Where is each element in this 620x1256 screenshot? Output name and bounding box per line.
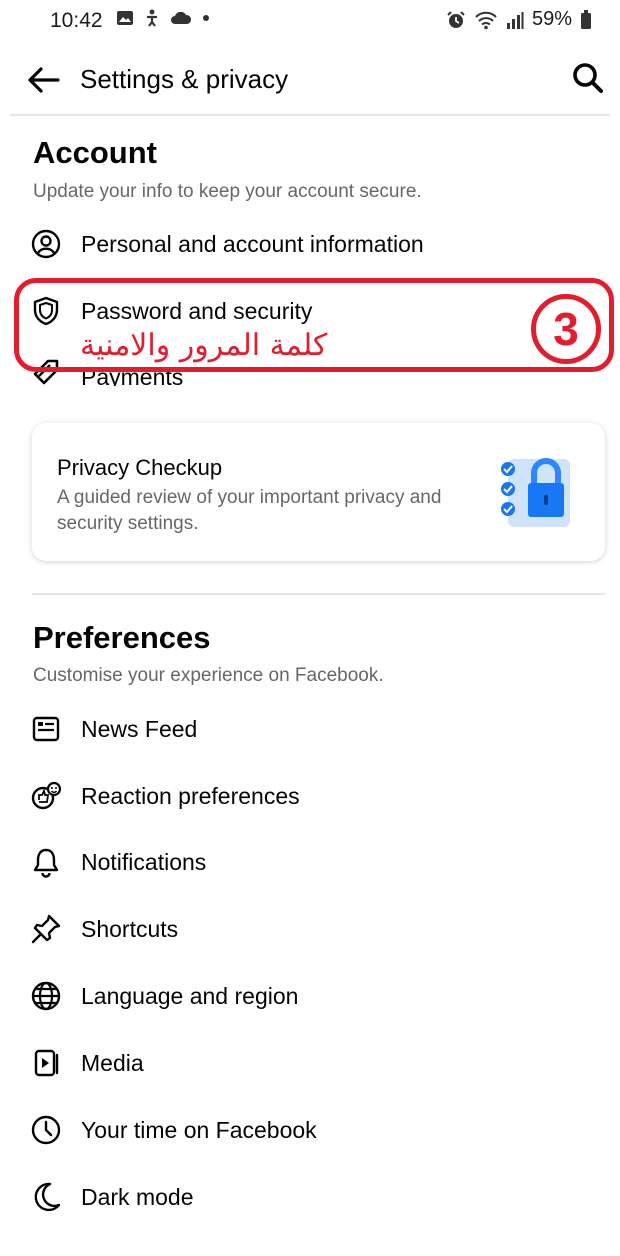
person-circle-icon [30, 228, 62, 260]
page-title: Settings & privacy [80, 64, 289, 94]
search-button[interactable] [570, 60, 606, 96]
media-item[interactable]: Media [30, 1041, 600, 1085]
status-time: 10:42 [50, 9, 103, 32]
globe-icon [30, 980, 62, 1012]
privacy-checkup-title: Privacy Checkup [57, 455, 223, 480]
media-label: Media [81, 1049, 144, 1076]
wifi-icon [475, 11, 497, 29]
bell-icon [30, 846, 62, 878]
system-indicators: 59% [446, 8, 592, 31]
section-divider [32, 593, 605, 595]
status-bar: 10:42 59% [0, 0, 620, 44]
account-section-title: Account [33, 135, 157, 170]
signal-icon [506, 11, 524, 29]
privacy-checkup-description: A guided review of your important privac… [57, 487, 442, 534]
top-bar: Settings & privacy [0, 50, 620, 110]
alarm-icon [447, 10, 465, 28]
pin-icon [30, 913, 62, 945]
battery-percent: 59% [531, 8, 572, 30]
dark-mode-label: Dark mode [81, 1183, 194, 1210]
dot-icon [203, 15, 209, 21]
reaction-icon [30, 780, 62, 812]
personal-account-info-item[interactable]: Personal and account information [30, 222, 600, 266]
preferences-section-title: Preferences [33, 620, 211, 655]
shortcuts-label: Shortcuts [81, 915, 179, 942]
accessibility-icon [147, 9, 157, 27]
annotation-arabic-text: كلمة المرور والامنية [80, 328, 328, 363]
language-region-item[interactable]: Language and region [30, 974, 600, 1018]
media-icon [30, 1047, 62, 1079]
step-number-badge: 3 [531, 294, 601, 364]
clock-icon [30, 1114, 62, 1146]
notification-icons [116, 9, 210, 27]
back-arrow-icon [28, 67, 60, 93]
privacy-lock-illustration [496, 457, 572, 531]
notifications-label: Notifications [81, 848, 207, 875]
search-icon [573, 63, 603, 93]
gallery-icon [117, 11, 133, 25]
moon-icon [30, 1181, 62, 1213]
language-region-label: Language and region [81, 982, 299, 1009]
news-feed-item[interactable]: News Feed [30, 707, 600, 751]
privacy-checkup-card[interactable]: Privacy Checkup A guided review of your … [32, 423, 605, 561]
reaction-preferences-item[interactable]: Reaction preferences [30, 774, 600, 818]
news-feed-icon [30, 713, 62, 745]
notifications-item[interactable]: Notifications [30, 840, 600, 884]
battery-icon [581, 9, 591, 29]
shortcuts-item[interactable]: Shortcuts [30, 907, 600, 951]
dark-mode-item[interactable]: Dark mode [30, 1175, 600, 1219]
preferences-section-subtitle: Customise your experience on Facebook. [33, 665, 384, 686]
your-time-label: Your time on Facebook [81, 1116, 317, 1143]
personal-account-info-label: Personal and account information [81, 230, 424, 257]
reaction-preferences-label: Reaction preferences [81, 782, 300, 809]
account-section-subtitle: Update your info to keep your account se… [33, 181, 422, 202]
your-time-item[interactable]: Your time on Facebook [30, 1108, 600, 1152]
cloud-icon [171, 11, 192, 24]
news-feed-label: News Feed [81, 715, 198, 742]
header-divider [10, 114, 610, 116]
back-button[interactable] [26, 62, 62, 98]
